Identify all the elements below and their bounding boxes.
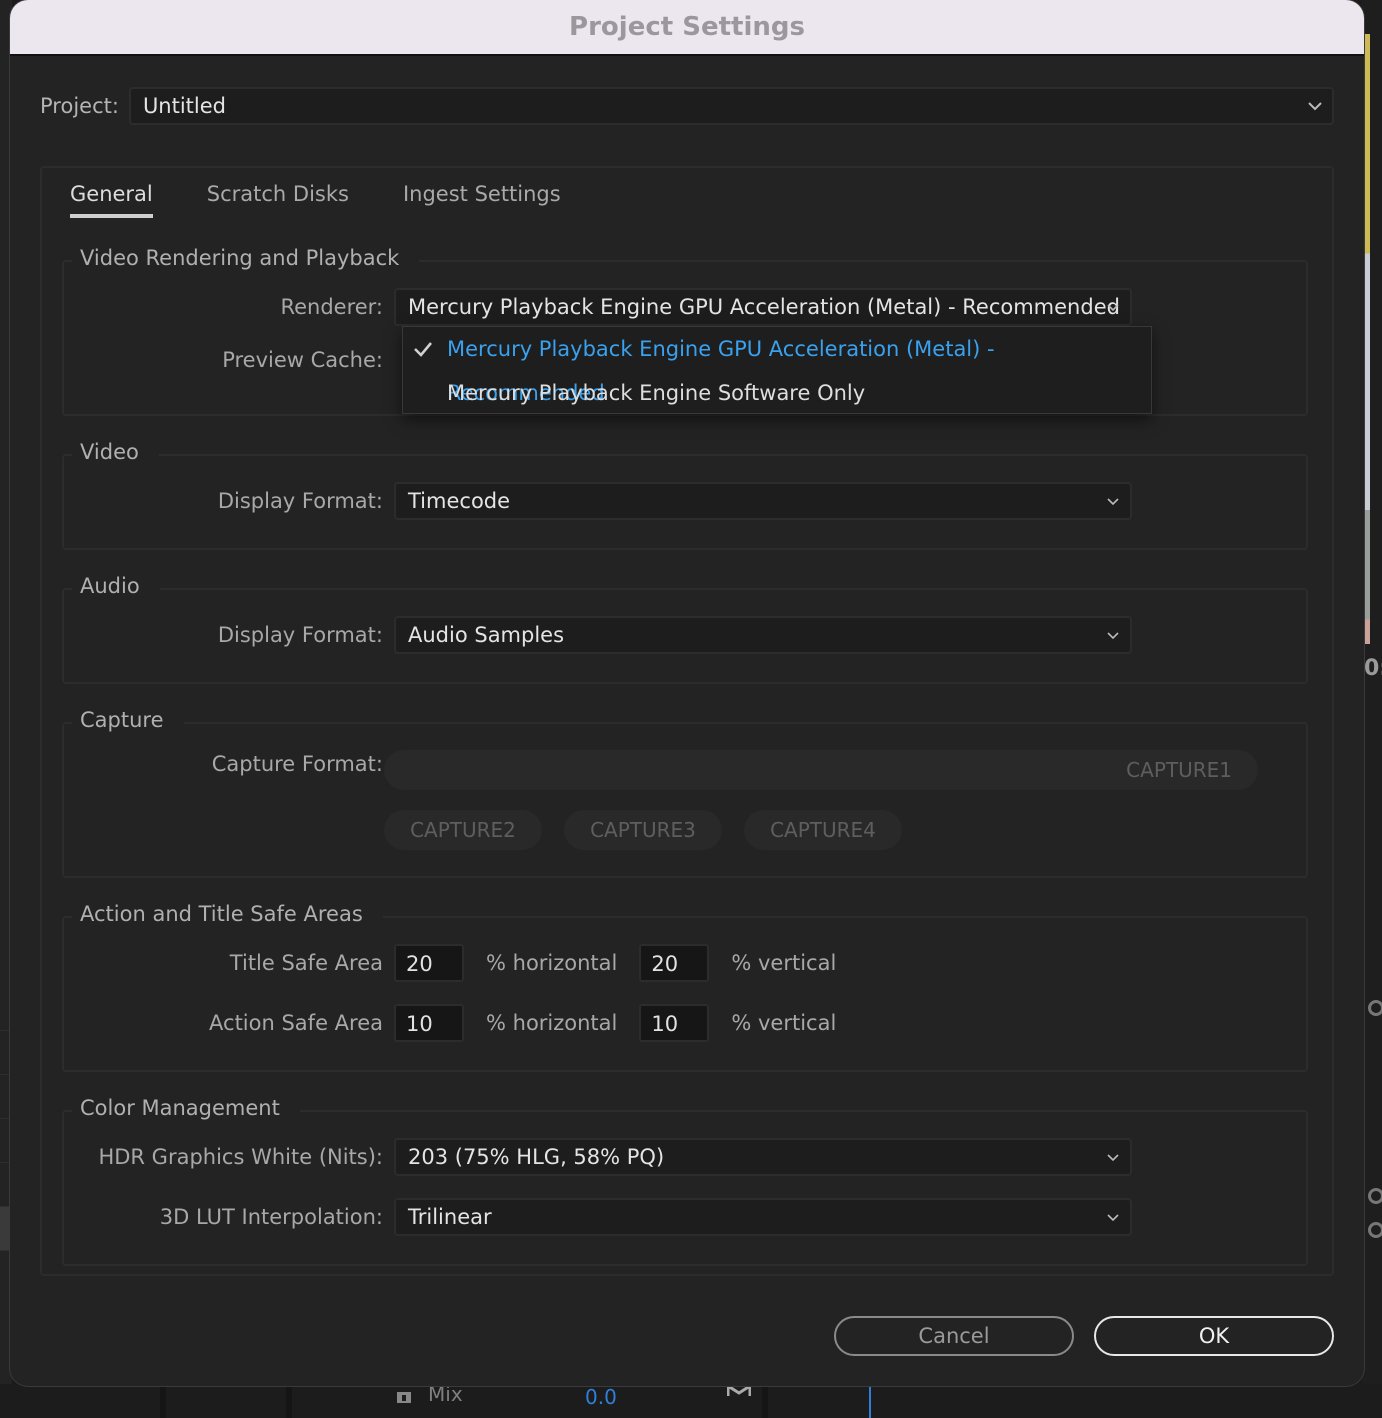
background-app-right-edge: 0: xyxy=(1362,0,1382,1418)
background-app-bottom xyxy=(0,1384,1382,1418)
capture4-button[interactable]: CAPTURE4 xyxy=(744,810,902,850)
video-display-format-value: Timecode xyxy=(408,489,511,513)
audio-display-format-select[interactable]: Audio Samples xyxy=(394,616,1132,654)
hdr-white-label: HDR Graphics White (Nits): xyxy=(98,1145,383,1169)
capture-format-value: CAPTURE1 xyxy=(1126,758,1232,782)
action-safe-vertical-input[interactable]: 10 xyxy=(639,1004,710,1042)
video-display-format-select[interactable]: Timecode xyxy=(394,482,1132,520)
capture-format-field[interactable]: CAPTURE1 xyxy=(384,750,1258,790)
action-safe-vertical-unit: % vertical xyxy=(731,1011,837,1035)
group-title-color-management: Color Management xyxy=(72,1096,300,1120)
title-safe-vertical-unit: % vertical xyxy=(731,951,837,975)
lock-icon xyxy=(397,1392,411,1403)
group-title-safe-areas: Action and Title Safe Areas xyxy=(72,902,383,926)
playhead xyxy=(869,1384,871,1418)
group-title-video: Video xyxy=(72,440,159,464)
audio-display-format-label: Display Format: xyxy=(217,623,383,647)
timecode-fragment: 0: xyxy=(1364,656,1382,681)
renderer-dropdown-menu: Mercury Playback Engine GPU Acceleration… xyxy=(402,326,1152,414)
knob-icon xyxy=(1368,1000,1382,1016)
tab-bar: General Scratch Disks Ingest Settings xyxy=(70,182,561,218)
group-safe-areas: Action and Title Safe Areas Title Safe A… xyxy=(62,902,1308,1072)
lut-interpolation-value: Trilinear xyxy=(408,1205,492,1229)
renderer-option-gpu[interactable]: Mercury Playback Engine GPU Acceleration… xyxy=(403,327,1151,405)
checkmark-icon xyxy=(414,342,432,357)
action-safe-horizontal-unit: % horizontal xyxy=(486,1011,618,1035)
title-safe-horizontal-input[interactable]: 20 xyxy=(394,944,464,982)
audio-display-format-value: Audio Samples xyxy=(408,623,565,647)
mix-value[interactable]: 0.0 xyxy=(585,1385,617,1409)
project-select[interactable]: Untitled xyxy=(128,87,1334,125)
action-safe-horizontal-input[interactable]: 10 xyxy=(394,1004,464,1042)
ok-button[interactable]: OK xyxy=(1094,1316,1334,1356)
action-safe-label: Action Safe Area xyxy=(209,1011,383,1035)
group-title-video-rendering: Video Rendering and Playback xyxy=(72,246,420,270)
group-capture: Capture Capture Format: CAPTURE1 CAPTURE… xyxy=(62,708,1308,878)
chevron-down-icon xyxy=(1107,1154,1119,1162)
capture3-button[interactable]: CAPTURE3 xyxy=(564,810,722,850)
group-title-capture: Capture xyxy=(72,708,184,732)
project-label: Project: xyxy=(40,94,119,118)
hdr-white-value: 203 (75% HLG, 58% PQ) xyxy=(408,1145,665,1169)
chevron-down-icon xyxy=(1107,1214,1119,1222)
renderer-select[interactable]: Mercury Playback Engine GPU Acceleration… xyxy=(394,288,1132,326)
tab-scratch-disks[interactable]: Scratch Disks xyxy=(207,182,349,218)
chevron-down-icon xyxy=(1107,632,1119,640)
lut-interpolation-select[interactable]: Trilinear xyxy=(394,1198,1132,1236)
renderer-select-value: Mercury Playback Engine GPU Acceleration… xyxy=(408,295,1120,319)
title-safe-label: Title Safe Area xyxy=(229,951,383,975)
title-safe-vertical-input[interactable]: 20 xyxy=(639,944,710,982)
keyframe-icon xyxy=(727,1384,751,1396)
group-color-management: Color Management HDR Graphics White (Nit… xyxy=(62,1096,1308,1266)
title-safe-horizontal-unit: % horizontal xyxy=(486,951,618,975)
project-select-value: Untitled xyxy=(142,94,227,118)
cancel-button[interactable]: Cancel xyxy=(834,1316,1074,1356)
chevron-down-icon xyxy=(1107,498,1119,506)
renderer-option-software-label: Mercury Playback Engine Software Only xyxy=(447,381,866,405)
capture2-button[interactable]: CAPTURE2 xyxy=(384,810,542,850)
chevron-down-icon xyxy=(1308,102,1322,111)
tab-general[interactable]: General xyxy=(70,182,153,218)
lut-interpolation-label: 3D LUT Interpolation: xyxy=(159,1205,383,1229)
project-settings-dialog: Project Settings Project: Untitled Gener… xyxy=(10,0,1364,1386)
group-video: Video Display Format: Timecode xyxy=(62,440,1308,550)
group-audio: Audio Display Format: Audio Samples xyxy=(62,574,1308,684)
renderer-label: Renderer: xyxy=(280,295,383,319)
project-row: Project: Untitled xyxy=(40,86,1334,126)
renderer-option-software[interactable]: Mercury Playback Engine Software Only xyxy=(403,371,1151,415)
video-display-format-label: Display Format: xyxy=(217,489,383,513)
capture-format-label: Capture Format: xyxy=(211,752,383,776)
dialog-title: Project Settings xyxy=(10,0,1364,56)
chevron-down-icon xyxy=(1107,304,1119,312)
hdr-white-select[interactable]: 203 (75% HLG, 58% PQ) xyxy=(394,1138,1132,1176)
knob-icon xyxy=(1368,1222,1382,1238)
preview-cache-label: Preview Cache: xyxy=(222,348,383,372)
tab-ingest-settings[interactable]: Ingest Settings xyxy=(403,182,561,218)
group-title-audio: Audio xyxy=(72,574,160,598)
knob-icon xyxy=(1368,1188,1382,1204)
